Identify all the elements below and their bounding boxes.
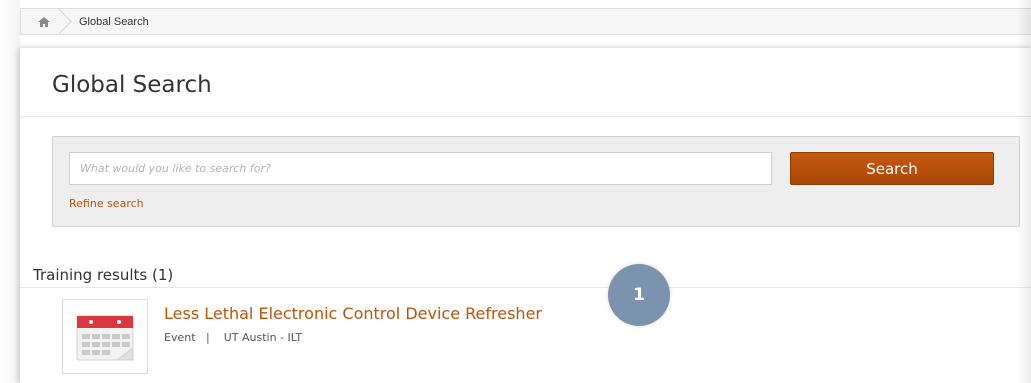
search-panel: Search Refine search — [52, 136, 1020, 227]
result-provider: UT Austin - ILT — [223, 331, 303, 344]
training-results-heading: Training results (1) — [33, 266, 174, 284]
breadcrumb-home[interactable] — [21, 9, 67, 34]
result-type: Event — [164, 331, 196, 344]
title-divider — [20, 116, 1031, 117]
calendar-icon — [76, 315, 134, 360]
breadcrumb: Global Search — [20, 8, 1031, 35]
result-separator: | — [206, 331, 210, 344]
search-button[interactable]: Search — [790, 152, 994, 185]
breadcrumb-current: Global Search — [79, 15, 149, 28]
page-right-shadow — [1017, 0, 1031, 383]
result-meta: Event | UT Austin - ILT — [164, 331, 302, 344]
home-icon — [38, 16, 50, 27]
search-input[interactable] — [69, 152, 772, 185]
refine-search-link[interactable]: Refine search — [69, 197, 144, 210]
page-title: Global Search — [52, 72, 212, 98]
page-left-shade — [0, 0, 20, 383]
result-thumbnail[interactable] — [62, 299, 148, 374]
result-title-link[interactable]: Less Lethal Electronic Control Device Re… — [164, 304, 542, 323]
results-divider — [20, 287, 1031, 288]
step-marker-badge: 1 — [608, 264, 670, 326]
